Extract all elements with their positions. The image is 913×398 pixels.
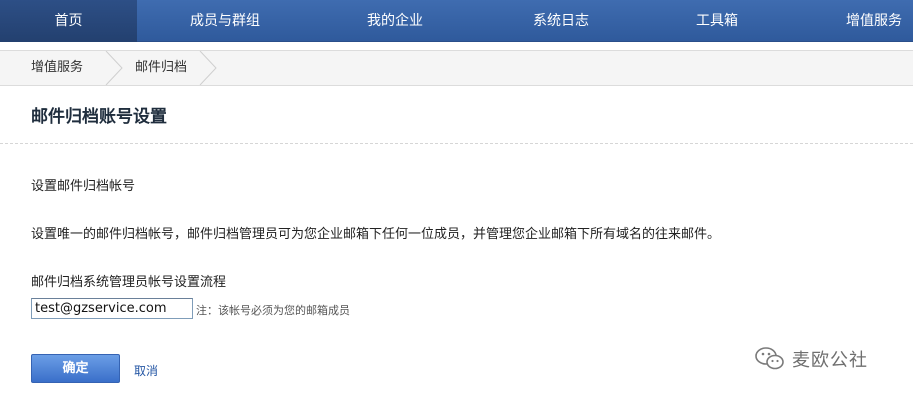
nav-item-members-groups[interactable]: 成员与群组	[160, 0, 290, 42]
breadcrumb-item-value-added[interactable]: 增值服务	[31, 51, 83, 85]
nav-item-toolbox[interactable]: 工具箱	[652, 0, 782, 42]
nav-item-system-log[interactable]: 系统日志	[496, 0, 626, 42]
top-navigation: 首页 成员与群组 我的企业 系统日志 工具箱 增值服务	[0, 0, 913, 42]
chevron-right-icon	[199, 51, 217, 85]
wechat-icon	[755, 347, 784, 370]
nav-item-value-added[interactable]: 增值服务	[834, 0, 913, 42]
account-note: 注：该帐号必须为您的邮箱成员	[196, 304, 350, 317]
nav-item-home[interactable]: 首页	[0, 0, 137, 42]
watermark-text: 麦欧公社	[792, 350, 868, 371]
nav-item-my-enterprise[interactable]: 我的企业	[330, 0, 460, 42]
archive-account-input[interactable]	[31, 298, 193, 319]
divider	[0, 143, 913, 144]
flow-label: 邮件归档系统管理员帐号设置流程	[31, 275, 227, 290]
breadcrumb: 增值服务 邮件归档	[0, 50, 913, 86]
chevron-right-icon	[105, 51, 123, 85]
breadcrumb-item-mail-archive[interactable]: 邮件归档	[135, 51, 187, 85]
section-label: 设置邮件归档帐号	[31, 179, 136, 194]
page-title: 邮件归档账号设置	[31, 107, 167, 127]
confirm-button[interactable]: 确定	[31, 354, 120, 383]
watermark: 麦欧公社	[755, 344, 868, 374]
description-text: 设置唯一的邮件归档帐号，邮件归档管理员可为您企业邮箱下任何一位成员，并管理您企业…	[31, 227, 721, 242]
cancel-link[interactable]: 取消	[134, 362, 158, 379]
